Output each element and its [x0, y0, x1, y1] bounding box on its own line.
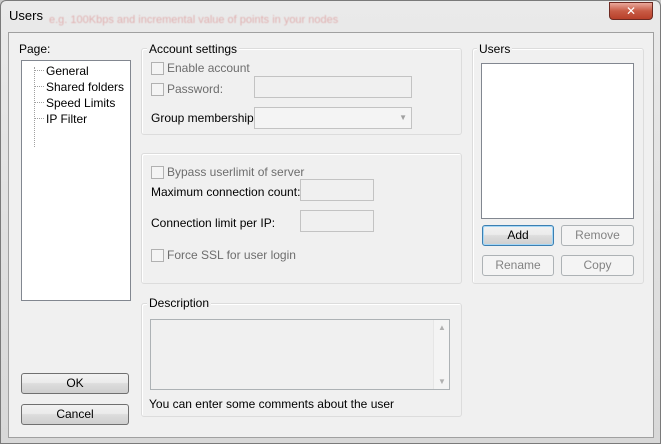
tree-item-speed-limits[interactable]: Speed Limits [46, 96, 115, 110]
group-membership-label: Group membership: [151, 111, 258, 125]
conn-per-ip-label: Connection limit per IP: [151, 216, 276, 230]
description-textarea[interactable]: ▲ ▼ [150, 319, 450, 390]
tree-branch [35, 86, 44, 87]
window-title: Users [9, 8, 43, 23]
description-hint: You can enter some comments about the us… [149, 397, 395, 411]
users-dialog: e.g. 100Kbps and incremental value of po… [0, 0, 661, 444]
description-title: Description [147, 296, 212, 310]
chevron-down-icon: ▼ [399, 113, 407, 122]
enable-account-checkbox[interactable] [151, 62, 164, 75]
scroll-down-icon[interactable]: ▼ [438, 377, 446, 386]
tree-branch [35, 102, 44, 103]
scroll-up-icon[interactable]: ▲ [438, 323, 446, 332]
close-icon[interactable]: ✕ [609, 2, 653, 20]
tree-lines [34, 67, 35, 147]
tree-branch [35, 70, 44, 71]
description-scrollbar[interactable]: ▲ ▼ [433, 320, 449, 389]
tree-item-general[interactable]: General [46, 64, 89, 78]
password-label: Password: [167, 82, 224, 96]
force-ssl-label: Force SSL for user login [167, 248, 296, 262]
tree-item-shared-folders[interactable]: Shared folders [46, 80, 124, 94]
title-bar[interactable]: e.g. 100Kbps and incremental value of po… [1, 1, 660, 31]
ok-button[interactable]: OK [21, 373, 129, 394]
users-list[interactable] [481, 63, 634, 219]
tree-branch [35, 118, 44, 119]
page-label: Page: [19, 42, 51, 56]
copy-user-button[interactable]: Copy [561, 255, 634, 276]
enable-account-label: Enable account [167, 61, 250, 75]
bypass-userlimit-checkbox[interactable] [151, 166, 164, 179]
max-connection-label: Maximum connection count: [151, 185, 301, 199]
force-ssl-checkbox[interactable] [151, 249, 164, 262]
bypass-userlimit-label: Bypass userlimit of server [167, 165, 305, 179]
conn-per-ip-field[interactable] [300, 210, 374, 232]
password-field[interactable] [254, 76, 412, 98]
dialog-body: Page: General Shared folders Speed Limit… [8, 32, 654, 438]
tree-item-ip-filter[interactable]: IP Filter [46, 112, 87, 126]
page-tree[interactable]: General Shared folders Speed Limits IP F… [21, 60, 131, 301]
account-settings-title: Account settings [147, 42, 240, 56]
group-membership-select[interactable]: ▼ [254, 107, 412, 129]
background-window-text: e.g. 100Kbps and incremental value of po… [49, 14, 339, 26]
cancel-button[interactable]: Cancel [21, 404, 129, 425]
users-title: Users [477, 42, 513, 56]
add-user-button[interactable]: Add [482, 225, 554, 246]
rename-user-button[interactable]: Rename [482, 255, 554, 276]
password-checkbox[interactable] [151, 83, 164, 96]
remove-user-button[interactable]: Remove [561, 225, 634, 246]
max-connection-field[interactable] [300, 179, 374, 201]
